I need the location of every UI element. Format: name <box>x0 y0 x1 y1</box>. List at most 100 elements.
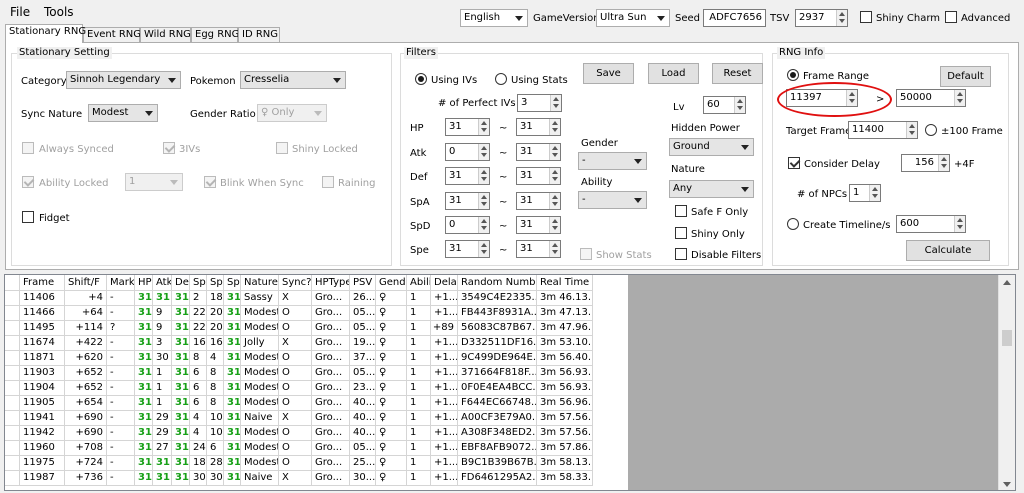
disable-filters-checkbox[interactable] <box>675 248 687 260</box>
calculate-button[interactable]: Calculate <box>906 240 990 261</box>
using-ivs-radio[interactable] <box>415 73 427 85</box>
spin-buttons[interactable] <box>550 95 561 111</box>
column-header[interactable]: Nature <box>241 275 279 291</box>
nature-select[interactable]: Any <box>669 180 754 198</box>
load-button[interactable]: Load <box>648 63 699 84</box>
column-header[interactable]: Ability <box>407 275 431 291</box>
raining-checkbox[interactable] <box>322 176 334 188</box>
sync-nature-select[interactable]: Modest <box>88 104 158 122</box>
column-header[interactable]: HP <box>135 275 153 291</box>
spin-buttons[interactable] <box>549 193 560 209</box>
iv-spd-max-input[interactable]: 31 <box>516 216 561 234</box>
shiny-charm-checkbox[interactable] <box>860 11 872 23</box>
column-header[interactable]: Sync? <box>279 275 312 291</box>
column-header[interactable]: Real Time <box>537 275 593 291</box>
table-row[interactable]: 11975 +724-31 31 31 18 28 31 Modest O Gro... 25...… <box>5 456 628 471</box>
safe-f-checkbox[interactable] <box>675 205 687 217</box>
row-header[interactable] <box>5 381 20 396</box>
table-row[interactable]: 11987 +736-31 31 31 30 30 31 Naive X Gro... 30... ♀… <box>5 471 628 486</box>
iv-hp-min-input[interactable]: 31 <box>445 118 490 136</box>
game-version-select[interactable]: Ultra Sun <box>596 9 670 27</box>
reset-button[interactable]: Reset <box>712 63 763 84</box>
row-header[interactable] <box>5 306 20 321</box>
iv-spa-max-input[interactable]: 31 <box>516 192 561 210</box>
spin-buttons[interactable] <box>478 119 489 135</box>
row-header[interactable] <box>5 351 20 366</box>
iv-atk-min-input[interactable]: 0 <box>445 143 490 161</box>
show-stats-checkbox[interactable] <box>580 248 592 260</box>
table-row[interactable]: 11871 +620-31 30 31 8 4 31 Modest O Gro... 37... ♀ 1… <box>5 351 628 366</box>
table-row[interactable]: 11466 +64-31 9 31 22 20 31 Modest O Gro... 05... ♀ 1… <box>5 306 628 321</box>
iv-spe-max-input[interactable]: 31 <box>516 240 561 258</box>
tab-wild-rng[interactable]: Wild RNG <box>140 27 191 42</box>
iv-spe-min-input[interactable]: 31 <box>445 240 490 258</box>
column-header[interactable]: Delay <box>431 275 458 291</box>
table-row[interactable]: 11960 +708-31 27 31 24 6 31 Modest O Gro... 05... ♀… <box>5 441 628 456</box>
frame-range-radio[interactable] <box>787 69 799 81</box>
spin-buttons[interactable] <box>549 217 560 233</box>
tsv-input[interactable]: 2937 <box>795 9 848 27</box>
tab-id-rng[interactable]: ID RNG <box>238 27 280 42</box>
spin-buttons[interactable] <box>549 168 560 184</box>
tab-event-rng[interactable]: Event RNG <box>83 27 141 42</box>
spin-buttons[interactable] <box>734 97 745 113</box>
hidden-power-select[interactable]: Ground <box>669 138 754 156</box>
spin-buttons[interactable] <box>938 155 949 171</box>
table-row[interactable]: 11905 +654-31 1 31 6 8 31 Modest O Gro... 40... ♀ 1 +… <box>5 396 628 411</box>
spin-buttons[interactable] <box>478 217 489 233</box>
spin-buttons[interactable] <box>549 144 560 160</box>
gender-ratio-select[interactable]: ♀ Only <box>257 104 327 122</box>
spin-buttons[interactable] <box>549 119 560 135</box>
row-header[interactable] <box>5 396 20 411</box>
column-header[interactable]: Random Number <box>458 275 537 291</box>
lv-input[interactable]: 60 <box>703 96 746 114</box>
column-header[interactable]: Gender <box>376 275 407 291</box>
spin-buttons[interactable] <box>478 144 489 160</box>
vertical-scrollbar[interactable] <box>998 275 1015 490</box>
pokemon-select[interactable]: Cresselia <box>240 71 346 89</box>
default-button[interactable]: Default <box>940 66 991 87</box>
column-header[interactable]: Atk <box>153 275 172 291</box>
table-row[interactable]: 11406 +4-31 31 31 2 18 31 Sassy X Gro... 26... ♀ 1 +1… <box>5 291 628 306</box>
consider-delay-checkbox[interactable] <box>788 157 800 169</box>
scroll-down-icon[interactable] <box>1003 482 1011 487</box>
row-header[interactable] <box>5 411 20 426</box>
target-frame-input[interactable]: 11400 <box>848 121 918 139</box>
using-stats-radio[interactable] <box>495 73 507 85</box>
iv-atk-max-input[interactable]: 31 <box>516 143 561 161</box>
column-header[interactable]: SpD <box>207 275 224 291</box>
category-select[interactable]: Sinnoh Legendary <box>66 71 181 89</box>
row-header[interactable] <box>5 426 20 441</box>
ability-locked-checkbox[interactable] <box>22 176 34 188</box>
save-button[interactable]: Save <box>583 63 634 84</box>
npcs-input[interactable]: 1 <box>849 184 881 202</box>
column-header[interactable]: PSV <box>350 275 376 291</box>
row-header[interactable] <box>5 321 20 336</box>
table-row[interactable]: 11942 +690-31 29 31 4 10 31 Modest O Gro... 40... ♀… <box>5 426 628 441</box>
tab-egg-rng[interactable]: Egg RNG <box>191 27 239 42</box>
column-header[interactable]: HPType <box>312 275 350 291</box>
scroll-up-icon[interactable] <box>1003 280 1011 285</box>
table-row[interactable]: 11495 +114? 31 9 31 22 20 31 Modest O Gro... 05... ♀… <box>5 321 628 336</box>
timeline-input[interactable]: 600 <box>896 215 966 233</box>
always-synced-checkbox[interactable] <box>22 142 34 154</box>
spin-buttons[interactable] <box>906 122 917 138</box>
spin-buttons[interactable] <box>549 241 560 257</box>
spin-buttons[interactable] <box>836 10 847 26</box>
spin-buttons[interactable] <box>478 193 489 209</box>
spin-buttons[interactable] <box>869 185 880 201</box>
table-row[interactable]: 11903 +652-31 1 31 6 8 31 Modest O Gro... 05... ♀ 1 +… <box>5 366 628 381</box>
iv-spd-min-input[interactable]: 0 <box>445 216 490 234</box>
spin-buttons[interactable] <box>954 90 965 106</box>
column-header[interactable]: Def <box>172 275 190 291</box>
pm100-radio[interactable] <box>925 124 937 136</box>
row-header[interactable] <box>5 336 20 351</box>
blink-checkbox[interactable] <box>204 176 216 188</box>
column-header[interactable]: Mark <box>107 275 135 291</box>
advanced-checkbox[interactable] <box>945 11 957 23</box>
shiny-only-checkbox[interactable] <box>675 227 687 239</box>
ability-select[interactable]: - <box>578 191 647 209</box>
menu-tools[interactable]: Tools <box>44 5 74 19</box>
table-row[interactable]: 11941 +690-31 29 31 4 10 31 Naive X Gro... 40... ♀ 1… <box>5 411 628 426</box>
spin-buttons[interactable] <box>478 168 489 184</box>
